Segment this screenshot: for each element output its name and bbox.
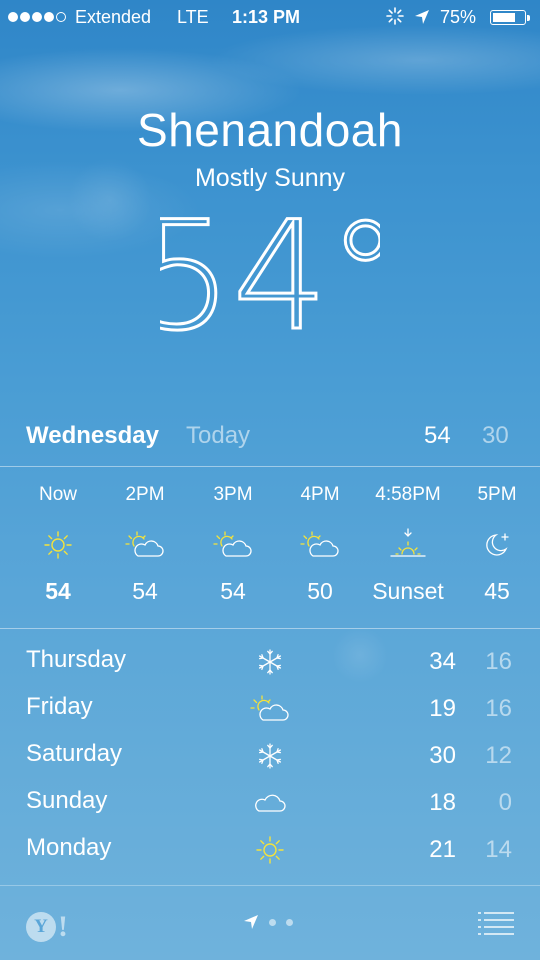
today-low: 30 (482, 422, 509, 449)
daily-day-name: Monday (26, 834, 112, 861)
daily-day-name: Thursday (26, 646, 127, 673)
activity-spinner-icon (386, 7, 404, 30)
page-dot (286, 918, 293, 926)
cloud-icon (240, 781, 300, 825)
hourly-value: 50 (307, 578, 333, 604)
location-page-icon (244, 915, 258, 929)
battery-icon (490, 10, 530, 25)
daily-row: Thursday 34 16 (0, 640, 540, 687)
current-temperature-icon: 54° (160, 196, 380, 346)
hourly-value: 54 (220, 578, 246, 604)
daily-high: 19 (429, 695, 456, 722)
daily-low: 12 (485, 742, 512, 769)
daily-day-name: Sunday (26, 787, 108, 814)
snow-icon (240, 734, 300, 778)
location-arrow-icon (414, 9, 430, 30)
hourly-item: 3PM 54 (188, 480, 278, 605)
hourly-time: Now (38, 484, 77, 505)
status-time: 1:13 PM (232, 7, 301, 27)
today-row: Wednesday Today 54 30 (0, 420, 540, 456)
hourly-time: 2PM (125, 484, 165, 505)
daily-high: 34 (429, 648, 456, 675)
partly-cloudy-icon (188, 520, 278, 570)
daily-high: 21 (429, 836, 456, 863)
hourly-item: 4PM 50 (275, 480, 365, 605)
today-high: 54 (424, 422, 451, 449)
daily-low: 14 (485, 836, 512, 863)
yahoo-logo-bang: ! (58, 910, 68, 943)
daily-day-name: Saturday (26, 740, 123, 767)
bottom-bar: Y ! (0, 886, 540, 960)
daily-row: Monday 21 14 (0, 828, 540, 875)
hourly-item: 5PM 45 (452, 480, 540, 605)
hourly-item: Now 54 (13, 480, 103, 605)
hourly-value: Sunset (372, 578, 444, 604)
partly-cloudy-icon (100, 520, 190, 570)
current-temperature: 54° (160, 196, 380, 346)
yahoo-logo-button[interactable]: Y ! (26, 910, 68, 944)
city-name: Shenandoah (137, 104, 403, 156)
signal-strength-icon (8, 12, 66, 22)
sun-icon (240, 828, 300, 872)
hourly-item: 2PM 54 (100, 480, 190, 605)
daily-row: Sunday 18 0 (0, 781, 540, 828)
hourly-value: 54 (45, 578, 71, 604)
sunset-icon (363, 520, 453, 570)
hourly-item: 4:58PM Sunset (363, 480, 453, 605)
daily-forecast[interactable]: Thursday 34 16 Friday 19 16 Saturday 30 … (0, 640, 540, 875)
today-day-name: Wednesday (26, 422, 159, 449)
snow-icon (240, 640, 300, 684)
hourly-time: 3PM (213, 484, 253, 505)
yahoo-logo-icon: Y (26, 912, 56, 942)
hourly-time: 5PM (477, 484, 517, 505)
daily-row: Friday 19 16 (0, 687, 540, 734)
page-dot (269, 918, 276, 926)
divider (0, 466, 540, 467)
weather-condition: Mostly Sunny (194, 164, 346, 192)
partly-cloudy-icon (240, 687, 300, 731)
network-type: LTE (177, 7, 209, 27)
hourly-time: 4PM (300, 484, 340, 505)
today-label: Today (186, 422, 251, 449)
daily-high: 18 (429, 789, 456, 816)
hourly-forecast[interactable]: Now 54 2PM 54 3PM 54 4PM 50 4:58PM Sunse… (0, 480, 540, 620)
city-list-button[interactable] (478, 910, 514, 936)
hourly-time: 4:58PM (375, 484, 441, 505)
hourly-value: 54 (132, 578, 158, 604)
sun-icon (13, 520, 103, 570)
status-bar: Extended LTE 1:13 PM 75% (0, 0, 540, 36)
daily-low: 0 (498, 789, 512, 816)
current-temperature-block: 54° (0, 196, 540, 351)
daily-row: Saturday 30 12 (0, 734, 540, 781)
daily-low: 16 (485, 695, 512, 722)
divider (0, 628, 540, 629)
moon-icon (452, 520, 540, 570)
page-indicator[interactable] (243, 914, 293, 930)
hourly-value: 45 (484, 578, 510, 604)
daily-low: 16 (485, 648, 512, 675)
daily-day-name: Friday (26, 693, 93, 720)
partly-cloudy-icon (275, 520, 365, 570)
battery-percent: 75% (440, 7, 477, 27)
daily-high: 30 (429, 742, 456, 769)
carrier-name: Extended (75, 7, 152, 27)
